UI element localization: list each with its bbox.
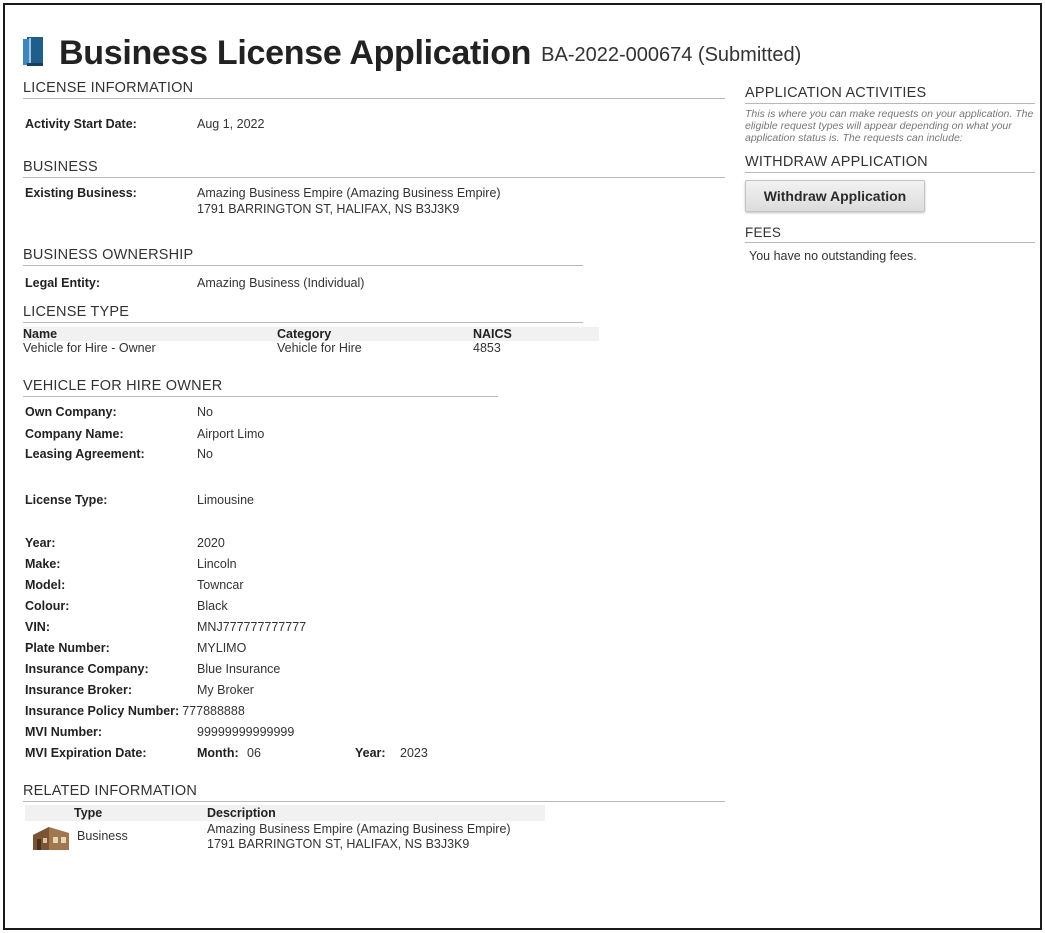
legal-entity-label: Legal Entity:: [25, 276, 101, 290]
colour-label: Colour:: [25, 599, 70, 613]
related-description-line2: 1791 BARRINGTON ST, HALIFAX, NS B3J3K9: [207, 837, 470, 851]
activity-start-label: Activity Start Date:: [25, 117, 137, 131]
make-row: Make: Lincoln: [25, 556, 738, 572]
year-row: Year: 2020: [25, 535, 738, 551]
company-name-label: Company Name:: [25, 427, 124, 441]
mvi-number-label: MVI Number:: [25, 725, 103, 739]
own-company-value: No: [197, 405, 213, 419]
colour-row: Colour: Black: [25, 598, 738, 614]
section-heading-withdraw: WITHDRAW APPLICATION: [745, 154, 1035, 173]
page-frame: Business License Application BA-2022-000…: [3, 3, 1042, 930]
vehicle-details: Own Company: No Company Name: Airport Limo…: [25, 404, 738, 761]
model-value: Towncar: [197, 578, 244, 592]
insurance-company-value: Blue Insurance: [197, 662, 281, 676]
vin-row: VIN: MNJ777777777777: [25, 619, 738, 635]
model-label: Model:: [25, 578, 66, 592]
section-heading-related: RELATED INFORMATION: [23, 783, 725, 802]
license-naics-cell: 4853: [473, 341, 501, 355]
mvi-number-row: MVI Number: 99999999999999: [25, 724, 738, 740]
column-naics: NAICS: [473, 327, 512, 341]
mvi-year-label: Year:: [355, 746, 386, 760]
application-number: BA-2022-000674 (Submitted): [541, 44, 802, 66]
mvi-expiration-row: MVI Expiration Date: Month: 06 Year: 202…: [25, 745, 738, 761]
legal-entity-row: Legal Entity: Amazing Business (Individu…: [25, 275, 738, 291]
mvi-number-value: 99999999999999: [197, 725, 295, 739]
legal-entity-value: Amazing Business (Individual): [197, 276, 365, 290]
model-row: Model: Towncar: [25, 577, 738, 593]
activities-note: This is where you can make requests on y…: [745, 108, 1034, 144]
related-table-header: Type Description: [25, 805, 545, 821]
plate-number-label: Plate Number:: [25, 641, 110, 655]
license-type-value: Limousine: [197, 493, 254, 507]
section-heading-license-type: LICENSE TYPE: [23, 304, 583, 323]
column-type: Type: [74, 806, 103, 820]
license-type-table: Name Category NAICS Vehicle for Hire - O…: [23, 327, 599, 355]
related-type-cell: Business: [23, 821, 207, 852]
page-header: Business License Application BA-2022-000…: [23, 25, 801, 73]
section-heading-fees: FEES: [745, 225, 1035, 243]
table-row: Vehicle for Hire - Owner Vehicle for Hir…: [23, 341, 599, 355]
column-category: Category: [277, 327, 332, 341]
mvi-month-label: Month:: [197, 746, 239, 760]
license-category-cell: Vehicle for Hire: [277, 341, 362, 355]
license-type-label: License Type:: [25, 493, 108, 507]
leasing-agreement-label: Leasing Agreement:: [25, 447, 145, 461]
insurance-broker-value: My Broker: [197, 683, 254, 697]
own-company-row: Own Company: No: [25, 404, 738, 420]
policy-number-row: Insurance Policy Number: 777888888: [25, 703, 738, 719]
related-description-cell: Amazing Business Empire (Amazing Busines…: [207, 821, 511, 852]
activity-start-row: Activity Start Date: Aug 1, 2022: [25, 116, 738, 132]
vin-label: VIN:: [25, 620, 50, 634]
license-name-cell: Vehicle for Hire - Owner: [23, 341, 156, 355]
book-icon: [23, 35, 45, 67]
existing-business-row: Existing Business: Amazing Business Empi…: [25, 185, 738, 217]
plate-number-value: MYLIMO: [197, 641, 247, 655]
insurance-company-row: Insurance Company: Blue Insurance: [25, 661, 738, 677]
mvi-month-value: 06: [247, 746, 261, 760]
related-description-line1: Amazing Business Empire (Amazing Busines…: [207, 822, 511, 836]
existing-business-name: Amazing Business Empire (Amazing Busines…: [197, 186, 501, 200]
related-type-label: Business: [77, 829, 128, 843]
existing-business-address: 1791 BARRINGTON ST, HALIFAX, NS B3J3K9: [197, 202, 460, 216]
activity-start-value: Aug 1, 2022: [197, 117, 265, 131]
existing-business-label: Existing Business:: [25, 186, 137, 200]
vin-value: MNJ777777777777: [197, 620, 307, 634]
insurance-broker-row: Insurance Broker: My Broker: [25, 682, 738, 698]
table-row[interactable]: Business Amazing Business Empire (Amazin…: [23, 821, 738, 852]
application-details: LICENSE INFORMATION Activity Start Date:…: [23, 80, 738, 852]
mvi-expiration-label: MVI Expiration Date:: [25, 746, 147, 760]
section-heading-business: BUSINESS: [23, 159, 725, 178]
section-heading-vehicle: VEHICLE FOR HIRE OWNER: [23, 378, 498, 397]
make-value: Lincoln: [197, 557, 237, 571]
insurance-company-label: Insurance Company:: [25, 662, 149, 676]
make-label: Make:: [25, 557, 61, 571]
related-table: Type Description Business Amazing Busine…: [23, 805, 738, 852]
leasing-agreement-row: Leasing Agreement: No: [25, 446, 738, 462]
column-description: Description: [207, 806, 276, 820]
license-type-table-header: Name Category NAICS: [23, 327, 599, 341]
leasing-agreement-value: No: [197, 447, 213, 461]
company-name-value: Airport Limo: [197, 427, 265, 441]
year-label: Year:: [25, 536, 56, 550]
colour-value: Black: [197, 599, 228, 613]
plate-number-row: Plate Number: MYLIMO: [25, 640, 738, 656]
application-activities: APPLICATION ACTIVITIES This is where you…: [745, 85, 1035, 263]
building-icon: [31, 823, 71, 851]
insurance-broker-label: Insurance Broker:: [25, 683, 132, 697]
withdraw-application-button[interactable]: Withdraw Application: [745, 180, 925, 212]
existing-business-value: Amazing Business Empire (Amazing Busines…: [197, 185, 501, 217]
column-name: Name: [23, 327, 58, 341]
own-company-label: Own Company:: [25, 405, 117, 419]
page-title: Business License Application: [59, 34, 532, 72]
section-heading-activities: APPLICATION ACTIVITIES: [745, 85, 1035, 104]
section-heading-license-information: LICENSE INFORMATION: [23, 80, 725, 99]
license-type-row: License Type: Limousine: [25, 492, 738, 508]
mvi-year-value: 2023: [400, 746, 428, 760]
year-value: 2020: [197, 536, 225, 550]
section-heading-ownership: BUSINESS OWNERSHIP: [23, 247, 583, 266]
company-name-row: Company Name: Airport Limo: [25, 426, 738, 442]
fees-status-text: You have no outstanding fees.: [749, 249, 917, 263]
policy-number-label: Insurance Policy Number:: [25, 704, 180, 718]
policy-number-value: 777888888: [182, 704, 245, 718]
